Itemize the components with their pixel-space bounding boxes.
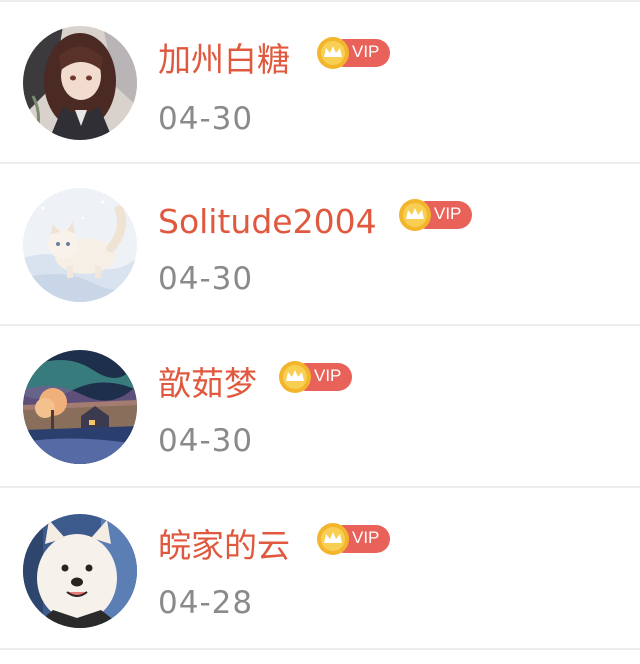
user-name[interactable]: Solitude2004 <box>158 202 377 242</box>
avatar[interactable] <box>23 26 137 140</box>
avatar[interactable] <box>23 350 137 464</box>
post-date: 04-30 <box>158 261 254 297</box>
list-item[interactable]: Solitude2004 VIP 04-30 <box>0 164 640 326</box>
vip-label: VIP <box>352 42 380 61</box>
post-date: 04-28 <box>158 585 254 621</box>
list-item[interactable]: 歆茹梦 VIP 04-30 <box>0 326 640 488</box>
vip-label: VIP <box>352 528 380 547</box>
avatar[interactable] <box>23 188 137 302</box>
user-name[interactable]: 歆茹梦 <box>158 364 257 404</box>
samoyed-dog-avatar <box>23 514 137 628</box>
aurora-night-house-avatar <box>23 350 137 464</box>
user-name[interactable]: 皖家的云 <box>158 526 290 566</box>
anime-girl-avatar <box>23 26 137 140</box>
list-item[interactable]: 皖家的云 VIP 04-28 <box>0 488 640 650</box>
list-item[interactable]: 加州白糖 VIP 04-30 <box>0 2 640 164</box>
post-date: 04-30 <box>158 101 254 137</box>
white-cat-in-snow-avatar <box>23 188 137 302</box>
vip-badge: VIP <box>316 36 392 70</box>
vip-label: VIP <box>434 204 462 223</box>
vip-label: VIP <box>314 366 342 385</box>
user-name[interactable]: 加州白糖 <box>158 40 290 80</box>
vip-badge: VIP <box>398 198 474 232</box>
vip-badge: VIP <box>278 360 354 394</box>
post-date: 04-30 <box>158 423 254 459</box>
avatar[interactable] <box>23 514 137 628</box>
user-list: 加州白糖 VIP 04-30 Solitude2004 VIP 04-30 歆茹… <box>0 0 640 664</box>
vip-badge: VIP <box>316 522 392 556</box>
